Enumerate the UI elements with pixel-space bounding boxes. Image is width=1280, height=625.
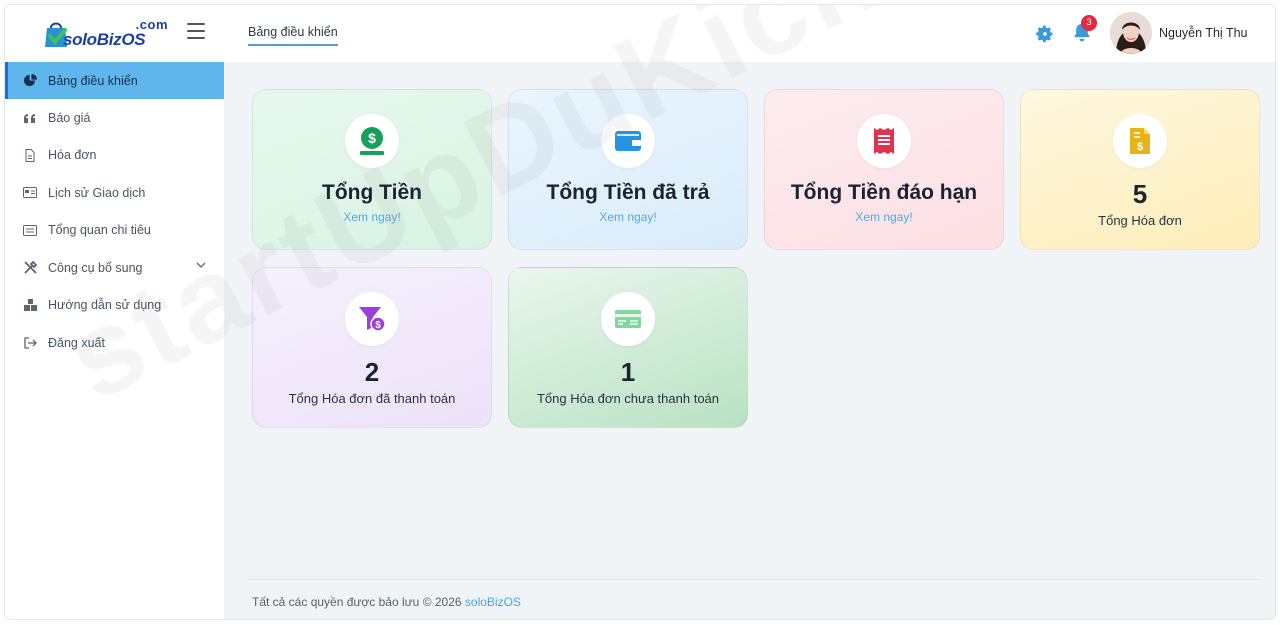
sidebar-item-spending-overview[interactable]: Tổng quan chi tiêu: [5, 212, 224, 250]
avatar[interactable]: [1110, 12, 1152, 54]
app-window: .com soloBizOS Bảng điều khiển 3 Nguyễn …: [4, 4, 1276, 620]
view-now-link[interactable]: Xem ngay!: [253, 210, 491, 224]
footer-divider: [248, 579, 1259, 580]
card-icon-circle: [857, 114, 911, 168]
svg-text:$: $: [1137, 141, 1143, 153]
user-name[interactable]: Nguyễn Thị Thu: [1159, 26, 1247, 40]
card-icon-circle: [601, 292, 655, 346]
money-bill-icon: [615, 310, 641, 328]
cubes-icon: [23, 298, 37, 312]
logo-brand: soloBizOS: [63, 30, 146, 49]
card-value: 1: [620, 357, 636, 387]
tab-dashboard[interactable]: Bảng điều khiển: [248, 25, 338, 46]
notification-badge: 3: [1081, 15, 1097, 31]
sidebar-item-label: Đăng xuất: [48, 335, 105, 350]
wallet-icon: [615, 131, 641, 151]
sidebar-item-label: Lịch sử Giao dịch: [48, 185, 146, 200]
menu-toggle-icon[interactable]: [187, 23, 205, 39]
funnel-dollar-icon: $: [359, 307, 386, 332]
sidebar-item-transactions[interactable]: Lịch sử Giao dịch: [5, 174, 224, 212]
sidebar-item-dashboard[interactable]: Bảng điều khiển: [5, 62, 224, 99]
card-value: 5: [1132, 179, 1148, 209]
sidebar-item-user-guide[interactable]: Hướng dẫn sử dụng: [5, 287, 224, 325]
svg-text:$: $: [368, 130, 376, 146]
card-icon-circle: $: [345, 292, 399, 346]
sidebar: Bảng điều khiển Báo giá Hóa đơn Lịch sử …: [5, 62, 224, 619]
card-value: 2: [364, 357, 380, 387]
card-total-paid[interactable]: Tổng Tiền đã trả Xem ngay!: [508, 89, 748, 250]
card-label: Tổng Hóa đơn đã thanh toán: [288, 391, 456, 406]
card-label: Tổng Hóa đơn: [1098, 213, 1182, 228]
sidebar-item-label: Hóa đơn: [48, 148, 97, 163]
receipt-icon: [874, 128, 894, 154]
sidebar-item-invoices[interactable]: Hóa đơn: [5, 137, 224, 175]
view-now-link[interactable]: Xem ngay!: [509, 210, 747, 224]
card-paid-invoices[interactable]: $ 2 Tổng Hóa đơn đã thanh toán: [252, 267, 492, 428]
card-total-amount[interactable]: $ Tổng Tiền Xem ngay!: [252, 89, 492, 250]
card-icon-circle: $: [1113, 114, 1167, 168]
sidebar-item-logout[interactable]: Đăng xuất: [5, 324, 224, 362]
footer-text: Tất cả các quyền được bảo lưu © 2026: [252, 595, 462, 609]
top-bar: .com soloBizOS Bảng điều khiển 3 Nguyễn …: [5, 5, 1275, 62]
sidebar-item-label: Tổng quan chi tiêu: [48, 223, 151, 238]
card-total-invoices[interactable]: $ 5 Tổng Hóa đơn: [1020, 89, 1260, 250]
card-unpaid-invoices[interactable]: 1 Tổng Hóa đơn chưa thanh toán: [508, 267, 748, 428]
card-title: Tổng Tiền đã trả: [546, 181, 710, 204]
svg-text:$: $: [375, 320, 381, 331]
gear-icon[interactable]: [1035, 24, 1055, 44]
sidebar-item-label: Bảng điều khiển: [48, 73, 138, 88]
card-total-due[interactable]: Tổng Tiền đáo hạn Xem ngay!: [764, 89, 1004, 250]
main-content: $ Tổng Tiền Xem ngay! Tổng Tiền đã trả X…: [224, 62, 1275, 619]
card-icon-circle: $: [345, 114, 399, 168]
sidebar-item-extra-tools[interactable]: Công cụ bổ sung: [5, 249, 224, 287]
pie-chart-icon: [23, 74, 37, 88]
card-icon-circle: [601, 114, 655, 168]
sidebar-item-quotes[interactable]: Báo giá: [5, 99, 224, 137]
sidebar-item-label: Báo giá: [48, 110, 91, 125]
invoice-dollar-icon: $: [1130, 128, 1150, 154]
view-now-link[interactable]: Xem ngay!: [765, 210, 1003, 224]
sidebar-item-label: Công cụ bổ sung: [48, 260, 143, 275]
card-icon: [23, 186, 37, 200]
tools-icon: [23, 261, 37, 275]
card-label: Tổng Hóa đơn chưa thanh toán: [536, 391, 720, 406]
card-title: Tổng Tiền: [322, 181, 422, 204]
footer: Tất cả các quyền được bảo lưu © 2026 sol…: [252, 595, 521, 609]
file-icon: [23, 148, 37, 162]
logo[interactable]: .com soloBizOS: [43, 13, 168, 51]
card-title: Tổng Tiền đáo hạn: [790, 181, 978, 204]
sidebar-item-label: Hướng dẫn sử dụng: [48, 298, 162, 313]
logout-icon: [23, 336, 37, 350]
money-hand-icon: $: [360, 127, 384, 155]
quote-icon: [23, 111, 37, 125]
footer-link[interactable]: soloBizOS: [465, 595, 521, 609]
chevron-down-icon: [196, 262, 206, 268]
list-card-icon: [23, 223, 37, 237]
